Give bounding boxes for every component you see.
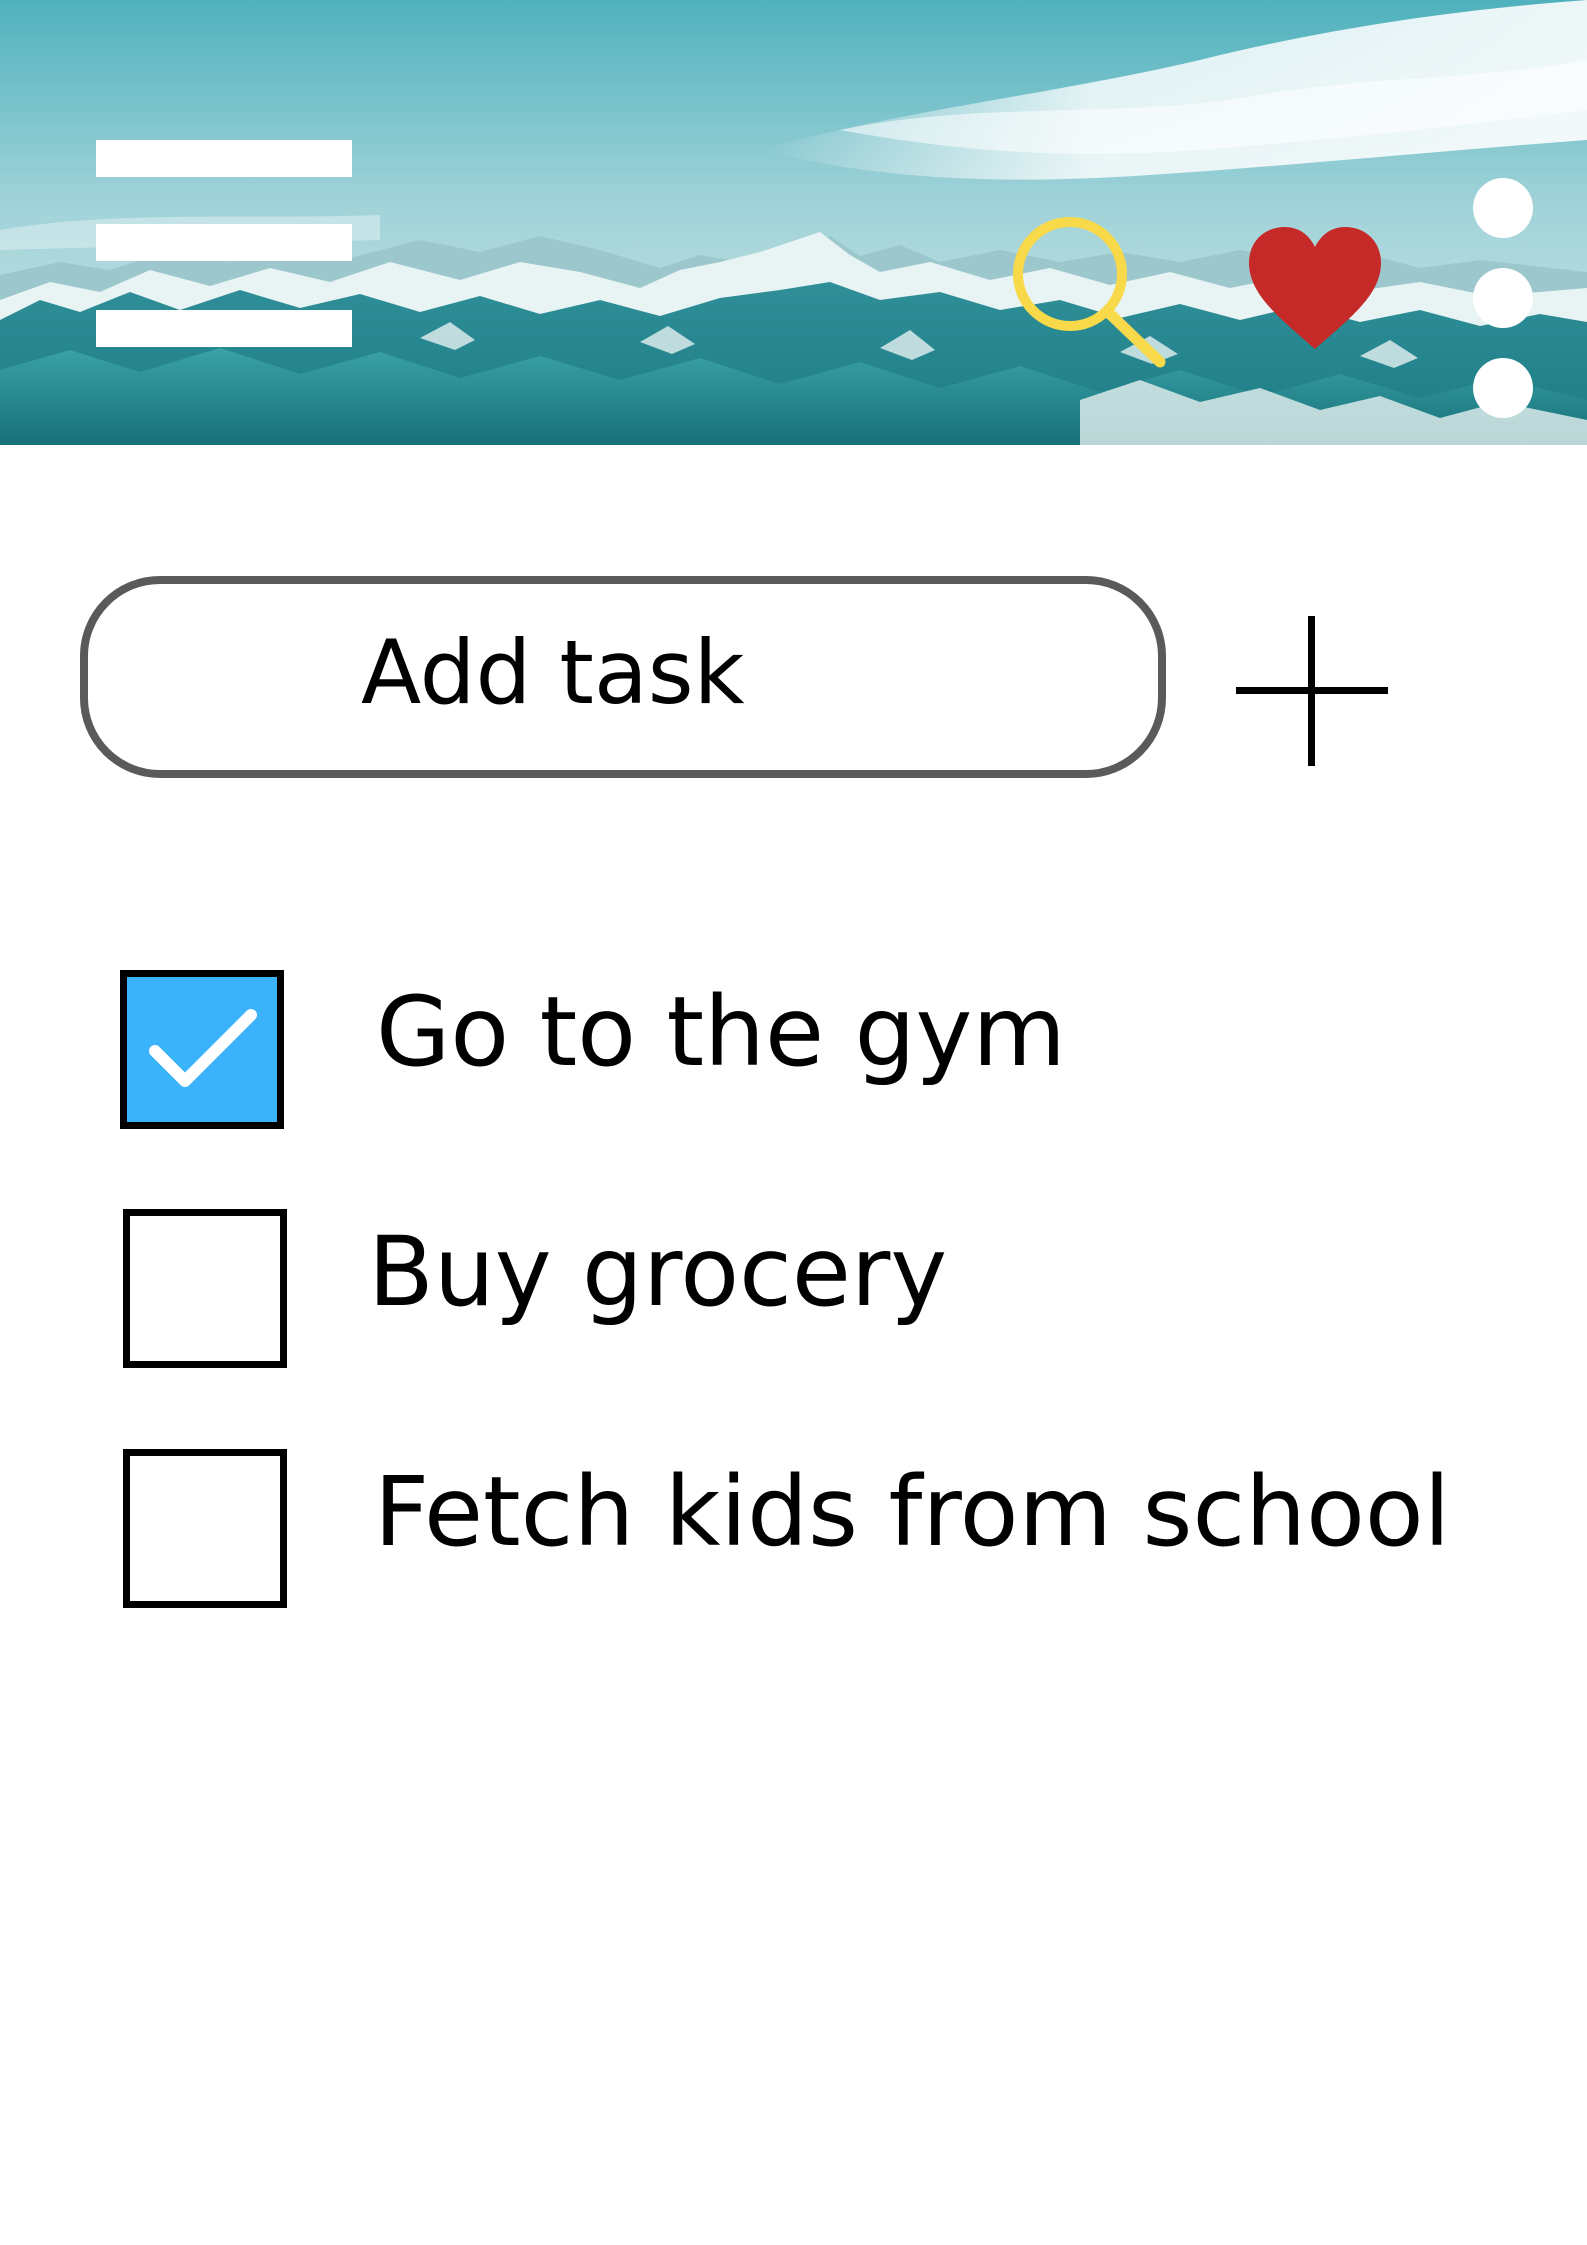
task-checkbox[interactable]	[123, 1209, 287, 1368]
task-label: Buy grocery	[368, 1216, 948, 1328]
more-options-button[interactable]	[1470, 175, 1536, 425]
task-label: Go to the gym	[376, 976, 1066, 1088]
add-task-placeholder: Add task	[361, 621, 745, 724]
add-task-input[interactable]: Add task	[80, 576, 1166, 778]
favorite-button[interactable]	[1245, 225, 1385, 355]
header-banner	[0, 0, 1587, 445]
checkmark-icon	[149, 1009, 257, 1087]
task-label: Fetch kids from school	[374, 1456, 1451, 1568]
task-checkbox[interactable]	[120, 970, 284, 1129]
task-checkbox[interactable]	[123, 1449, 287, 1608]
search-icon	[1013, 217, 1166, 368]
menu-button[interactable]	[96, 140, 352, 350]
search-button[interactable]	[1006, 210, 1166, 370]
add-task-button[interactable]	[1236, 616, 1388, 766]
heart-icon	[1249, 227, 1381, 349]
